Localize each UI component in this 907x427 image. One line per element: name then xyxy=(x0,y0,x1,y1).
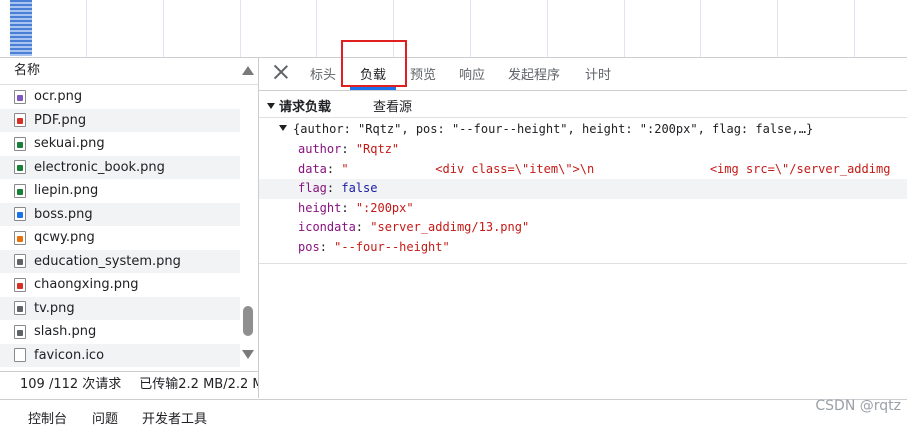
request-name: sekuai.png xyxy=(34,136,105,152)
waterfall-gridline xyxy=(240,0,241,57)
request-list-pane: 名称 ocr.png PDF.png sekuai.png electronic_bo… xyxy=(0,58,259,398)
request-row[interactable]: qcwy.png xyxy=(0,226,240,250)
image-file-icon xyxy=(14,207,26,222)
name-column-header[interactable]: 名称 xyxy=(0,58,258,85)
request-payload-toggle[interactable]: 请求负载 xyxy=(267,96,331,115)
field-key: icondata xyxy=(298,220,356,234)
request-row[interactable]: boss.png xyxy=(0,202,240,226)
request-name: boss.png xyxy=(34,206,93,222)
request-row[interactable]: favicon.ico xyxy=(0,343,240,367)
request-name: favicon.ico xyxy=(34,347,105,363)
image-file-icon xyxy=(14,277,26,292)
request-row[interactable]: slash.png xyxy=(0,320,240,344)
field-value: false xyxy=(341,181,378,195)
transferred-size: 已传输2.2 MB/2.2 M xyxy=(139,377,258,392)
field-key: flag xyxy=(298,181,327,195)
image-file-icon xyxy=(14,254,26,269)
payload-section-header: 请求负载 查看源 xyxy=(259,91,907,118)
payload-field-row[interactable]: author: "Rqtz" xyxy=(259,140,907,160)
triangle-down-icon xyxy=(267,103,275,109)
request-row[interactable]: chaongxing.png xyxy=(0,273,240,297)
tab-initiator[interactable]: 发起程序 xyxy=(508,58,560,90)
payload-field-row[interactable]: height: ":200px" xyxy=(259,199,907,219)
payload-tree: {author: "Rqtz", pos: "--four--height", … xyxy=(259,118,907,264)
waterfall-gridline xyxy=(470,0,471,57)
scroll-up-arrow-icon[interactable] xyxy=(242,66,254,75)
request-row[interactable]: sekuai.png xyxy=(0,132,240,156)
request-name: qcwy.png xyxy=(34,230,95,246)
request-row[interactable]: tv.png xyxy=(0,296,240,320)
drawer-tabbar: 控制台 问题 开发者工具 xyxy=(0,399,907,427)
waterfall-gridline xyxy=(854,0,855,57)
request-count: 109 /112 次请求 xyxy=(20,377,122,392)
waterfall-gridline xyxy=(316,0,317,57)
payload-summary: {author: "Rqtz", pos: "--four--height", … xyxy=(293,122,814,136)
waterfall-gridline xyxy=(86,0,87,57)
image-file-icon xyxy=(14,89,26,104)
image-file-icon xyxy=(14,183,26,198)
request-name: chaongxing.png xyxy=(34,277,139,293)
watermark: CSDN @rqtz xyxy=(815,398,901,414)
scrollbar-thumb[interactable] xyxy=(243,306,253,336)
image-file-icon xyxy=(14,230,26,245)
field-value: "--four--height" xyxy=(334,239,450,254)
image-file-icon xyxy=(14,324,26,339)
waterfall-overview[interactable] xyxy=(0,0,907,58)
waterfall-gridline xyxy=(777,0,778,57)
image-file-icon xyxy=(14,136,26,151)
request-name: tv.png xyxy=(34,300,75,316)
tab-timing[interactable]: 计时 xyxy=(585,58,611,90)
file-icon xyxy=(14,348,26,363)
request-name: education_system.png xyxy=(34,253,181,269)
request-name: ocr.png xyxy=(34,89,83,105)
field-value: " <div class=\"item\">\n <img src=\"/ser… xyxy=(341,161,891,176)
request-name: slash.png xyxy=(34,324,97,340)
request-row[interactable]: ocr.png xyxy=(0,85,240,109)
waterfall-gridline xyxy=(163,0,164,57)
tab-headers[interactable]: 标头 xyxy=(310,58,336,90)
payload-summary-row[interactable]: {author: "Rqtz", pos: "--four--height", … xyxy=(259,120,907,140)
field-key: author xyxy=(298,142,342,156)
image-file-icon xyxy=(14,113,26,128)
request-row[interactable]: electronic_book.png xyxy=(0,155,240,179)
payload-field-row[interactable]: icondata: "server_addimg/13.png" xyxy=(259,218,907,238)
request-name: liepin.png xyxy=(34,183,99,199)
payload-field-row[interactable]: data: " <div class=\"item\">\n <img src=… xyxy=(259,160,907,180)
request-name: PDF.png xyxy=(34,112,87,128)
request-list-scrollbar[interactable] xyxy=(240,64,256,359)
status-bar: 109 /112 次请求 已传输2.2 MB/2.2 M xyxy=(0,371,258,397)
waterfall-gridline xyxy=(547,0,548,57)
close-icon[interactable] xyxy=(273,64,289,80)
image-file-icon xyxy=(14,301,26,316)
waterfall-gridline xyxy=(700,0,701,57)
field-value: ":200px" xyxy=(355,200,414,215)
tab-response[interactable]: 响应 xyxy=(459,58,485,90)
highlight-box xyxy=(341,40,407,87)
field-value: "server_addimg/13.png" xyxy=(370,220,530,234)
payload-field-row[interactable]: flag: false xyxy=(259,179,907,199)
field-key: height xyxy=(298,200,342,215)
payload-field-row[interactable]: pos: "--four--height" xyxy=(259,238,907,258)
scroll-down-arrow-icon[interactable] xyxy=(242,350,254,359)
request-payload-title: 请求负载 xyxy=(279,100,332,115)
request-row[interactable]: PDF.png xyxy=(0,108,240,132)
field-value: "Rqtz" xyxy=(355,142,400,156)
request-row[interactable]: liepin.png xyxy=(0,179,240,203)
request-name: electronic_book.png xyxy=(34,159,165,175)
request-list: ocr.png PDF.png sekuai.png electronic_book.… xyxy=(0,85,240,367)
image-file-icon xyxy=(14,160,26,175)
view-source-link[interactable]: 查看源 xyxy=(373,96,412,115)
waterfall-bar xyxy=(10,0,32,56)
field-key: pos xyxy=(298,239,320,254)
request-row[interactable]: education_system.png xyxy=(0,249,240,273)
tab-preview[interactable]: 预览 xyxy=(410,58,436,90)
expand-triangle-icon[interactable] xyxy=(279,125,287,131)
waterfall-gridline xyxy=(624,0,625,57)
field-key: data xyxy=(298,161,327,176)
